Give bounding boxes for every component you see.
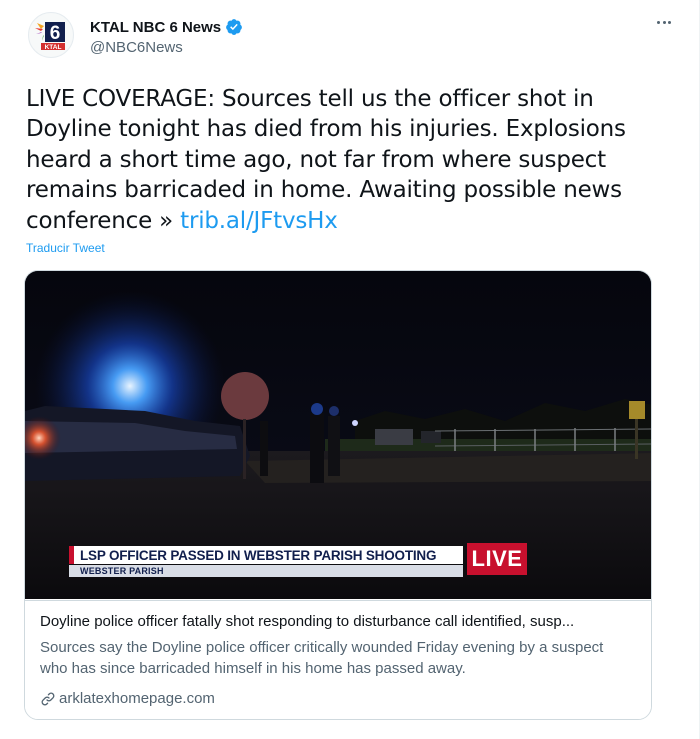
news-lower-third: LSP OFFICER PASSED IN WEBSTER PARISH SHO…: [69, 541, 527, 581]
card-domain-row: arklatexhomepage.com: [40, 690, 215, 707]
card-description: Sources say the Doyline police officer c…: [40, 639, 604, 677]
tweet-text: LIVE COVERAGE: Sources tell us the offic…: [26, 84, 651, 236]
lower-third-headline: LSP OFFICER PASSED IN WEBSTER PARISH SHO…: [80, 547, 437, 563]
display-name[interactable]: KTAL NBC 6 News: [90, 19, 221, 36]
card-info: Doyline police officer fatally shot resp…: [25, 600, 651, 719]
ktal-logo-icon: 6 KTAL: [35, 22, 65, 51]
card-title: Doyline police officer fatally shot resp…: [40, 613, 575, 630]
lower-third-accent: [69, 546, 74, 564]
translate-tweet-link[interactable]: Traducir Tweet: [26, 241, 105, 255]
more-horizontal-icon[interactable]: [653, 14, 675, 30]
name-row: KTAL NBC 6 News: [90, 16, 243, 38]
link-card[interactable]: LSP OFFICER PASSED IN WEBSTER PARISH SHO…: [24, 270, 652, 720]
card-domain: arklatexhomepage.com: [59, 690, 215, 707]
live-badge: LIVE: [467, 543, 527, 575]
svg-text:6: 6: [50, 23, 61, 44]
card-image: LSP OFFICER PASSED IN WEBSTER PARISH SHO…: [25, 271, 651, 599]
avatar[interactable]: 6 KTAL: [28, 12, 74, 58]
tweet-link[interactable]: trib.al/JFtvsHx: [180, 208, 338, 234]
handle[interactable]: @NBC6News: [90, 39, 183, 56]
svg-text:KTAL: KTAL: [45, 44, 62, 51]
lower-third-headline-bar: LSP OFFICER PASSED IN WEBSTER PARISH SHO…: [69, 546, 463, 564]
tweet-header: 6 KTAL KTAL NBC 6 News @NBC6News: [26, 12, 683, 62]
lower-third-subline-bar: WEBSTER PARISH: [69, 565, 463, 577]
tweet-container: 6 KTAL KTAL NBC 6 News @NBC6News LIVE CO…: [0, 0, 700, 739]
verified-badge-icon: [226, 19, 243, 35]
link-icon: [41, 692, 55, 705]
lower-third-subline: WEBSTER PARISH: [80, 566, 164, 576]
